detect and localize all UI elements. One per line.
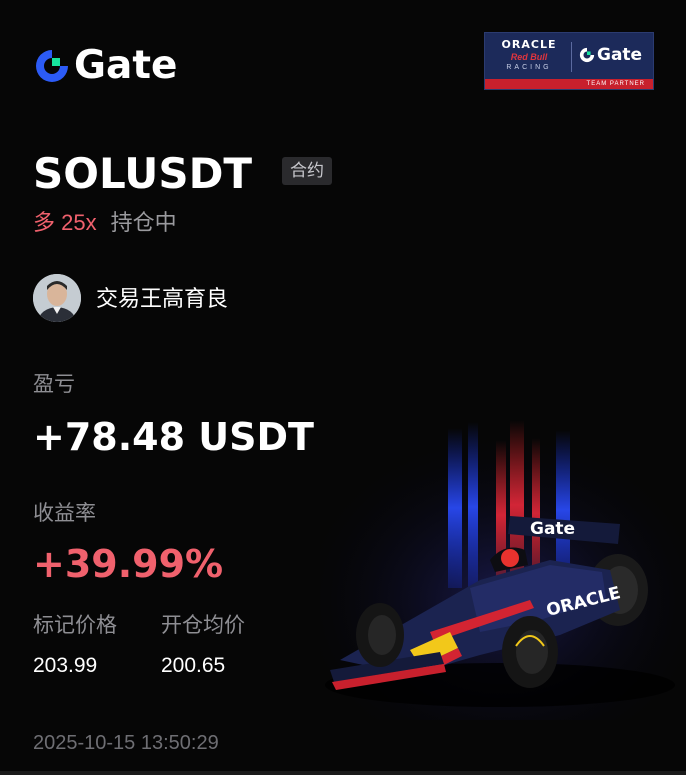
oracle-text: ORACLE [501,38,557,51]
trading-pair: SOLUSDT [33,149,253,198]
contract-type-badge: 合约 [282,157,332,185]
position-status: 持仓中 [110,210,177,235]
position-side-leverage: 多 25x [33,210,97,235]
partner-gate-text: Gate [597,45,643,65]
avatar-photo-icon [33,274,81,322]
roi-label: 收益率 [33,502,96,525]
bottom-divider [0,771,686,775]
rear-wing-text: Gate [530,519,575,539]
gate-logo-text: Gate [74,43,178,88]
team-partner-text: TEAM PARTNER [586,81,645,87]
entry-price-label: 开仓均价 [161,614,245,637]
redbull-racing-logo: ORACLE Red Bull RACING [491,38,567,78]
gate-logo-icon [36,50,68,82]
partner-divider [571,42,572,72]
racing-text: RACING [506,64,552,71]
redbull-text: Red Bull [510,52,548,62]
team-partner-badge: ORACLE Red Bull RACING Gate TEAM PARTNER [484,32,654,90]
light-beam [468,422,478,592]
pnl-label: 盈亏 [33,373,75,396]
trader-avatar [33,274,81,322]
light-beam [448,428,462,588]
partner-gate-logo: Gate [579,45,642,65]
position-side-row: 多 25x 持仓中 [33,208,177,238]
mark-price-label: 标记价格 [33,614,117,637]
share-card: Gate ORACLE Red Bull RACING Gate TEAM PA… [0,0,686,775]
entry-price-value: 200.65 [161,654,226,677]
roi-value: +39.99% [33,542,224,586]
gate-logo: Gate [34,46,177,86]
partner-strip: TEAM PARTNER [485,79,653,89]
f1-car-illustration: Gate ORACLE [320,420,686,720]
mark-price-value: 203.99 [33,654,98,677]
pnl-value: +78.48 USDT [33,415,314,459]
trader-name: 交易王高育良 [96,286,229,311]
timestamp: 2025-10-15 13:50:29 [33,732,219,754]
gate-logo-icon [579,47,595,63]
